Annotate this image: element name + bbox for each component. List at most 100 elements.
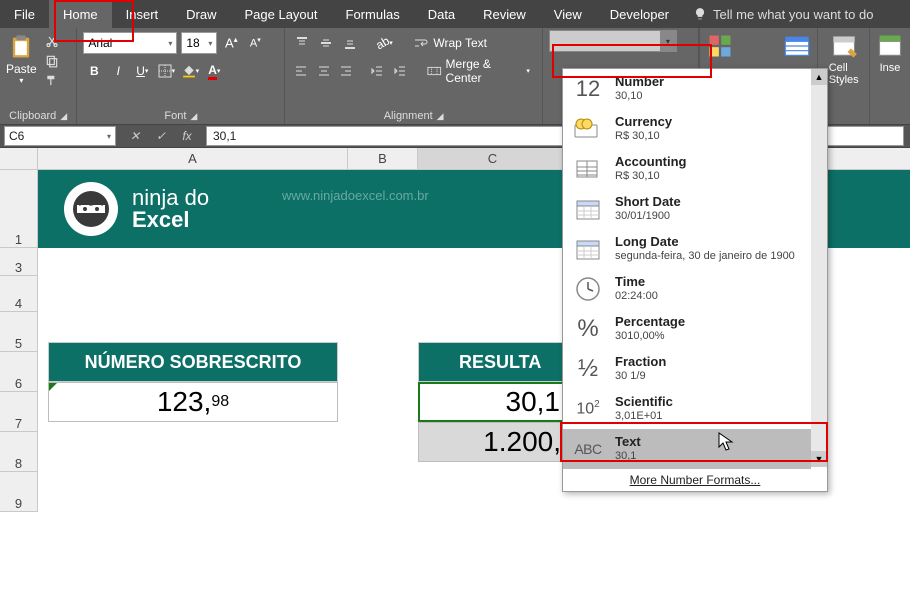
tab-file[interactable]: File [0, 0, 49, 28]
cell-c6[interactable]: 30,1 [418, 382, 568, 422]
select-all-corner[interactable] [0, 148, 38, 169]
decrease-indent-button[interactable] [367, 60, 387, 82]
merge-center-button[interactable]: Merge & Center▾ [421, 60, 536, 82]
tab-draw[interactable]: Draw [172, 0, 230, 28]
cell-a6-main: 123, [157, 386, 212, 418]
align-middle-button[interactable] [315, 32, 337, 54]
banner-title: ninja doExcel [132, 187, 209, 231]
dialog-launcher-icon[interactable]: ◢ [60, 111, 67, 122]
format-title: Long Date [615, 234, 795, 249]
bold-button[interactable]: B [83, 60, 105, 82]
wrap-icon [413, 36, 429, 50]
tab-home[interactable]: Home [49, 0, 112, 28]
font-size-combo[interactable]: 18▾ [181, 32, 217, 54]
check-icon: ✓ [156, 129, 166, 143]
decrease-font-button[interactable]: A▾ [245, 32, 265, 54]
format-icon [571, 155, 605, 183]
cell-a5[interactable]: NÚMERO SOBRESCRITO [48, 342, 338, 382]
align-right-button[interactable] [336, 60, 356, 82]
format-title: Fraction [615, 354, 666, 369]
cell-a6[interactable]: 123,98 [48, 382, 338, 422]
align-bottom-button[interactable] [339, 32, 361, 54]
cell-c5[interactable]: RESULTA [418, 342, 568, 382]
align-top-icon [295, 36, 309, 50]
row-header-8[interactable]: 8 [0, 432, 38, 472]
cancel-formula-button[interactable]: ✕ [126, 127, 144, 145]
orientation-button[interactable]: ab▾ [373, 32, 395, 54]
dialog-launcher-icon[interactable]: ◢ [190, 111, 197, 122]
scrollbar[interactable]: ▲ ▼ [811, 69, 827, 467]
italic-button[interactable]: I [107, 60, 129, 82]
row-header-7[interactable]: 7 [0, 392, 38, 432]
paste-icon [7, 32, 35, 62]
format-option-percentage[interactable]: %Percentage3010,00% [563, 309, 811, 349]
cut-button[interactable] [41, 32, 63, 50]
insert-function-button[interactable]: fx [178, 127, 196, 145]
format-option-fraction[interactable]: ½Fraction30 1/9 [563, 349, 811, 389]
format-option-accounting[interactable]: AccountingR$ 30,10 [563, 149, 811, 189]
tab-insert[interactable]: Insert [112, 0, 173, 28]
tab-review[interactable]: Review [469, 0, 540, 28]
align-left-button[interactable] [291, 60, 311, 82]
italic-icon: I [117, 64, 120, 78]
format-option-time[interactable]: Time02:24:00 [563, 269, 811, 309]
align-center-button[interactable] [314, 60, 334, 82]
wrap-text-button[interactable]: Wrap Text [407, 32, 493, 54]
format-title: Number [615, 74, 664, 89]
paste-label: Paste [6, 62, 37, 76]
row-header-5[interactable]: 5 [0, 312, 38, 352]
align-top-button[interactable] [291, 32, 313, 54]
format-icon [571, 195, 605, 223]
enter-formula-button[interactable]: ✓ [152, 127, 170, 145]
column-header-b[interactable]: B [348, 148, 418, 169]
tab-data[interactable]: Data [414, 0, 469, 28]
dropdown-arrow-icon: ▾ [19, 76, 23, 85]
format-painter-button[interactable] [41, 72, 63, 90]
format-icon [571, 115, 605, 143]
column-header-a[interactable]: A [38, 148, 348, 169]
increase-font-button[interactable]: A▴ [221, 32, 241, 54]
row-header-9[interactable]: 9 [0, 472, 38, 512]
format-sample: 3,01E+01 [615, 409, 673, 424]
tab-developer[interactable]: Developer [596, 0, 683, 28]
scroll-up-button[interactable]: ▲ [811, 69, 827, 85]
cell-c7[interactable]: 1.200, [418, 422, 568, 462]
cell-styles-icon [830, 32, 858, 60]
dropdown-arrow-icon: ▾ [660, 31, 676, 51]
dialog-launcher-icon[interactable]: ◢ [437, 111, 444, 122]
row-header-1[interactable]: 1 [0, 170, 38, 248]
name-box[interactable]: C6▾ [4, 126, 116, 146]
format-option-scientific[interactable]: 102Scientific3,01E+01 [563, 389, 811, 429]
insert-cells-button[interactable]: Inse [876, 32, 904, 74]
row-header-3[interactable]: 3 [0, 248, 38, 276]
fill-color-button[interactable]: ▾ [179, 60, 201, 82]
copy-button[interactable] [41, 52, 63, 70]
row-header-6[interactable]: 6 [0, 352, 38, 392]
format-sample: 30 1/9 [615, 369, 666, 384]
format-option-long-date[interactable]: Long Datesegunda-feira, 30 de janeiro de… [563, 229, 811, 269]
column-header-c[interactable]: C [418, 148, 568, 169]
tell-me-search[interactable]: Tell me what you want to do [683, 0, 883, 28]
font-name-combo[interactable]: Arial▾ [83, 32, 177, 54]
underline-button[interactable]: U▾ [131, 60, 153, 82]
format-sample: 30,10 [615, 89, 664, 104]
more-number-formats[interactable]: More Number Formats... [563, 469, 827, 491]
tell-me-label: Tell me what you want to do [713, 7, 873, 22]
format-option-short-date[interactable]: Short Date30/01/1900 [563, 189, 811, 229]
cell-styles-button[interactable]: Cell Styles [824, 32, 863, 86]
tab-page-layout[interactable]: Page Layout [231, 0, 332, 28]
increase-font-icon: A▴ [225, 35, 238, 50]
tab-formulas[interactable]: Formulas [332, 0, 414, 28]
paste-button[interactable]: Paste ▾ [6, 32, 37, 90]
font-color-button[interactable]: A▾ [203, 60, 225, 82]
number-format-combo[interactable]: ▾ [549, 30, 677, 52]
increase-indent-button[interactable] [389, 60, 409, 82]
scroll-down-button[interactable]: ▼ [811, 451, 827, 467]
row-header-4[interactable]: 4 [0, 276, 38, 312]
tab-view[interactable]: View [540, 0, 596, 28]
borders-button[interactable]: ▾ [155, 60, 177, 82]
format-option-number[interactable]: 12 Number30,10 [563, 69, 811, 109]
format-icon: 12 [571, 75, 605, 103]
format-option-text[interactable]: ABCText30,1 [563, 429, 811, 469]
format-option-currency[interactable]: CurrencyR$ 30,10 [563, 109, 811, 149]
